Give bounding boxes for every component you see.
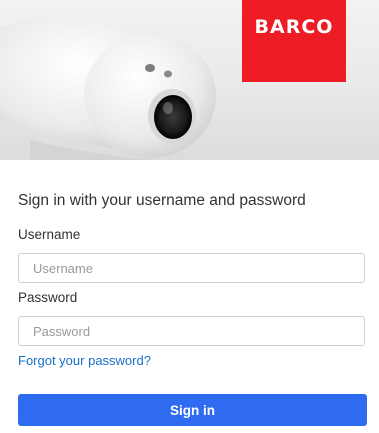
password-label: Password: [18, 290, 78, 305]
brand-logo: BARCO: [242, 0, 346, 82]
username-input[interactable]: [18, 253, 365, 283]
username-label: Username: [18, 227, 81, 242]
form-title: Sign in with your username and password: [18, 192, 306, 209]
brand-logo-text: BARCO: [254, 16, 334, 38]
hero-banner: BARCO: [0, 0, 379, 160]
sign-in-button[interactable]: Sign in: [18, 394, 367, 426]
password-input[interactable]: [18, 316, 365, 346]
forgot-password-link[interactable]: Forgot your password?: [18, 353, 151, 368]
sign-in-page: BARCO Sign in with your username and pas…: [0, 0, 379, 433]
